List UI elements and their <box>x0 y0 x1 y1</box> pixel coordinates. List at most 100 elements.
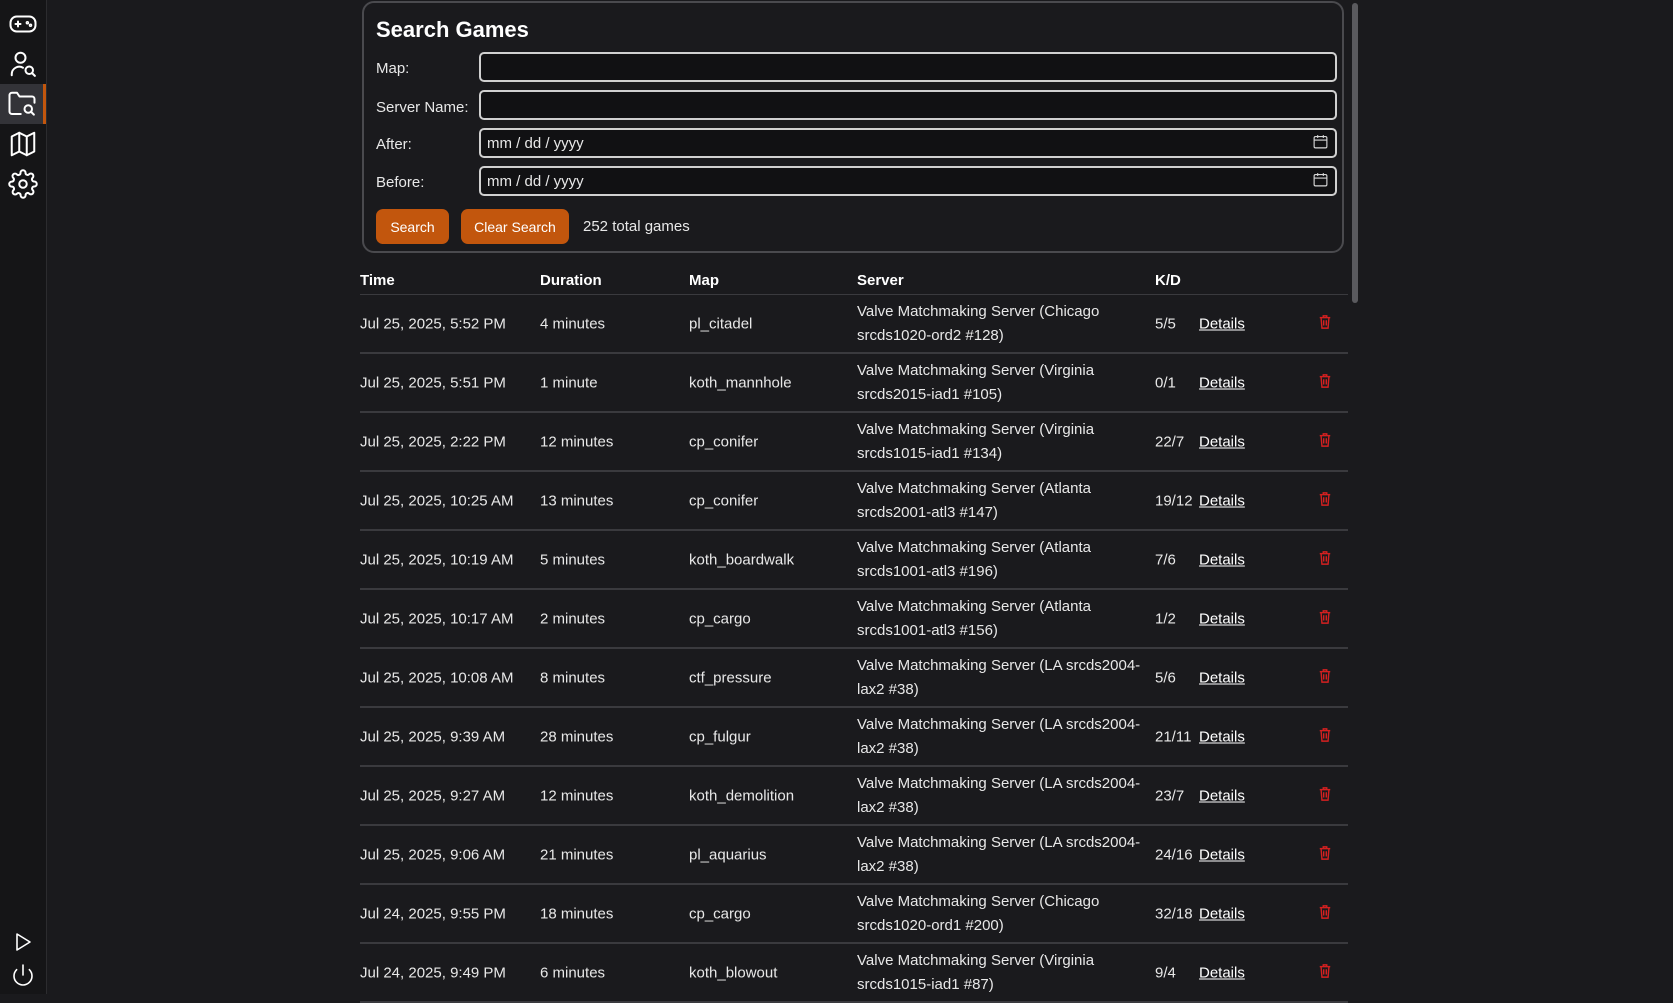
cell-duration: 21 minutes <box>540 846 614 863</box>
nav-maps[interactable] <box>0 124 46 164</box>
cell-kd: 32/18 <box>1155 905 1193 922</box>
cell-kd: 7/6 <box>1155 551 1176 568</box>
cell-duration: 8 minutes <box>540 669 606 686</box>
search-panel: Search Games Map: Server Name: After: mm… <box>362 1 1344 253</box>
cell-map: koth_blowout <box>689 964 778 981</box>
cell-time: Jul 25, 2025, 10:19 AM <box>360 551 514 568</box>
delete-icon[interactable] <box>1318 609 1332 629</box>
cell-duration: 12 minutes <box>540 787 614 804</box>
table-row: Jul 24, 2025, 9:49 PM 6 minutes koth_blowo… <box>360 944 1348 1003</box>
details-link[interactable]: Details <box>1199 787 1245 804</box>
gamepad-icon <box>9 15 37 33</box>
cell-duration: 13 minutes <box>540 492 614 509</box>
cell-server: Valve Matchmaking Server (LA srcds2004-l… <box>857 774 1141 816</box>
cell-map: cp_conifer <box>689 433 759 450</box>
details-link[interactable]: Details <box>1199 492 1245 509</box>
nav-settings[interactable] <box>0 164 46 204</box>
details-link[interactable]: Details <box>1199 905 1245 922</box>
cell-duration: 28 minutes <box>540 728 614 745</box>
table-row: Jul 25, 2025, 10:25 AM 13 minutes cp_conif… <box>360 472 1348 531</box>
cell-duration: 2 minutes <box>540 610 606 627</box>
map-input[interactable] <box>479 52 1337 82</box>
delete-icon[interactable] <box>1318 845 1332 865</box>
gear-icon <box>8 169 38 199</box>
header-kd[interactable]: K/D <box>1155 272 1181 289</box>
clear-search-button[interactable]: Clear Search <box>461 209 569 244</box>
cell-map: koth_demolition <box>689 787 795 804</box>
cell-server: Valve Matchmaking Server (Virginia srcds… <box>857 951 1095 993</box>
cell-server: Valve Matchmaking Server (Chicago srcds1… <box>857 892 1100 934</box>
details-link[interactable]: Details <box>1199 964 1245 981</box>
cell-server: Valve Matchmaking Server (LA srcds2004-l… <box>857 833 1141 875</box>
details-link[interactable]: Details <box>1199 669 1245 686</box>
play-icon <box>16 933 31 951</box>
search-button[interactable]: Search <box>376 209 449 244</box>
delete-icon[interactable] <box>1318 491 1332 511</box>
cell-server: Valve Matchmaking Server (Atlanta srcds1… <box>857 597 1091 639</box>
nav-power[interactable] <box>0 955 46 995</box>
details-link[interactable]: Details <box>1199 610 1245 627</box>
delete-icon[interactable] <box>1318 963 1332 983</box>
nav-games[interactable] <box>0 4 46 44</box>
before-date-input[interactable]: mm / dd / yyyy <box>479 166 1337 196</box>
details-link[interactable]: Details <box>1199 433 1245 450</box>
cell-kd: 1/2 <box>1155 610 1176 627</box>
server-name-label: Server Name: <box>376 99 469 116</box>
calendar-icon[interactable] <box>1312 171 1329 192</box>
header-time[interactable]: Time <box>360 272 395 289</box>
delete-icon[interactable] <box>1318 786 1332 806</box>
cell-duration: 4 minutes <box>540 315 606 332</box>
cell-time: Jul 25, 2025, 10:08 AM <box>360 669 514 686</box>
delete-icon[interactable] <box>1318 373 1332 393</box>
scrollbar[interactable] <box>1352 3 1358 303</box>
delete-icon[interactable] <box>1318 668 1332 688</box>
details-link[interactable]: Details <box>1199 315 1245 332</box>
delete-icon[interactable] <box>1318 432 1332 452</box>
search-title: Search Games <box>376 17 529 42</box>
table-row: Jul 25, 2025, 10:19 AM 5 minutes koth_boar… <box>360 531 1348 590</box>
delete-icon[interactable] <box>1318 904 1332 924</box>
total-games-count: 252 total games <box>583 218 690 235</box>
cell-kd: 19/12 <box>1155 492 1193 509</box>
delete-icon[interactable] <box>1318 550 1332 570</box>
cell-server: Valve Matchmaking Server (Atlanta srcds2… <box>857 479 1091 521</box>
nav-game-search[interactable] <box>0 84 46 124</box>
games-table: Time Duration Map Server K/D Jul 25, 202… <box>360 268 1348 1003</box>
cell-time: Jul 25, 2025, 5:52 PM <box>360 315 506 332</box>
details-link[interactable]: Details <box>1199 846 1245 863</box>
cell-time: Jul 25, 2025, 2:22 PM <box>360 433 506 450</box>
cell-map: ctf_pressure <box>689 669 772 686</box>
details-link[interactable]: Details <box>1199 728 1245 745</box>
header-server[interactable]: Server <box>857 272 904 289</box>
power-icon <box>13 964 33 986</box>
cell-kd: 0/1 <box>1155 374 1176 391</box>
map-icon <box>10 131 36 157</box>
cell-kd: 5/5 <box>1155 315 1176 332</box>
table-row: Jul 25, 2025, 10:17 AM 2 minutes cp_cargo V… <box>360 590 1348 649</box>
cell-kd: 23/7 <box>1155 787 1185 804</box>
cell-map: pl_citadel <box>689 315 753 332</box>
cell-time: Jul 25, 2025, 9:06 AM <box>360 846 506 863</box>
calendar-icon[interactable] <box>1312 133 1329 154</box>
before-date-placeholder: mm / dd / yyyy <box>487 172 584 190</box>
cell-duration: 1 minute <box>540 374 598 391</box>
after-date-input[interactable]: mm / dd / yyyy <box>479 128 1337 158</box>
details-link[interactable]: Details <box>1199 374 1245 391</box>
delete-icon[interactable] <box>1318 727 1332 747</box>
cell-map: koth_mannhole <box>689 374 792 391</box>
delete-icon[interactable] <box>1318 314 1332 334</box>
folder-search-icon <box>8 91 35 116</box>
nav-player-search[interactable] <box>0 44 46 84</box>
header-map[interactable]: Map <box>689 272 719 289</box>
cell-server: Valve Matchmaking Server (Virginia srcds… <box>857 361 1095 403</box>
table-row: Jul 24, 2025, 9:55 PM 18 minutes cp_cargo V… <box>360 885 1348 944</box>
header-duration[interactable]: Duration <box>540 272 602 289</box>
cell-duration: 18 minutes <box>540 905 614 922</box>
details-link[interactable]: Details <box>1199 551 1245 568</box>
cell-map: cp_conifer <box>689 492 759 509</box>
cell-map: pl_aquarius <box>689 846 767 863</box>
cell-map: koth_boardwalk <box>689 551 795 568</box>
sidebar <box>0 0 47 994</box>
cell-server: Valve Matchmaking Server (Chicago srcds1… <box>857 302 1100 344</box>
server-name-input[interactable] <box>479 90 1337 120</box>
